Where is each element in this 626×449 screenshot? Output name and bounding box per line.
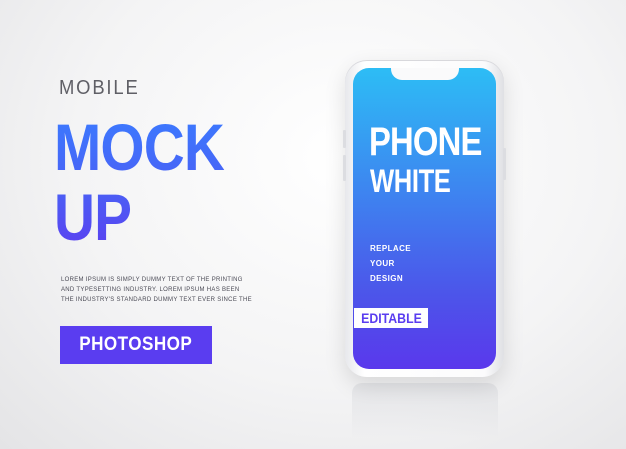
phone-title: PHONE xyxy=(369,120,482,164)
power-button xyxy=(503,148,506,180)
caption-line-1: REPLACE xyxy=(370,244,412,253)
phone-mockup: PHONE WHITE REPLACE YOUR DESIGN EDITABLE xyxy=(343,60,506,377)
eyebrow-label: MOBILE xyxy=(59,77,140,99)
headline-line-1: MOCK xyxy=(54,110,224,184)
body-text: LOREM IPSUM IS SIMPLY DUMMY TEXT OF THE … xyxy=(61,275,261,305)
headline-line-2: UP xyxy=(54,180,132,254)
badge-label: PHOTOSHOP xyxy=(79,334,193,355)
phone-subtitle: WHITE xyxy=(370,163,451,199)
phone-notch-icon xyxy=(391,68,459,80)
phone-screen: PHONE WHITE REPLACE YOUR DESIGN EDITABLE xyxy=(353,68,496,369)
phone-caption: REPLACE YOUR DESIGN xyxy=(370,244,411,289)
body-line-3: THE INDUSTRY'S STANDARD DUMMY TEXT EVER … xyxy=(61,297,252,303)
headline: MOCK UP xyxy=(54,112,224,252)
editable-label: EDITABLE xyxy=(360,310,422,326)
body-line-1: LOREM IPSUM IS SIMPLY DUMMY TEXT OF THE … xyxy=(61,277,243,283)
phone-reflection xyxy=(352,383,498,438)
photoshop-badge: PHOTOSHOP xyxy=(60,326,212,364)
volume-button xyxy=(343,155,346,181)
editable-tag: EDITABLE xyxy=(354,308,428,328)
body-line-2: AND TYPESETTING INDUSTRY. LOREM IPSUM HA… xyxy=(61,287,240,293)
caption-line-2: YOUR xyxy=(370,259,395,268)
caption-line-3: DESIGN xyxy=(370,274,404,283)
volume-button xyxy=(343,130,346,148)
